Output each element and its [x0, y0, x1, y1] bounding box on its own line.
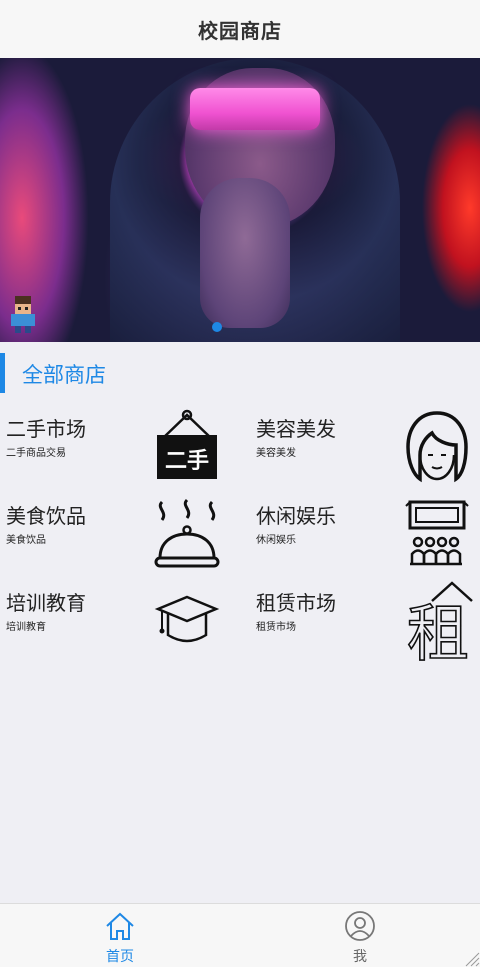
section-accent-bar	[0, 353, 5, 393]
category-name: 休闲娱乐	[256, 504, 336, 528]
section-title: 全部商店	[22, 363, 106, 387]
category-subtitle: 休闲娱乐	[256, 535, 296, 546]
graduation-cap-icon	[154, 595, 220, 643]
category-beauty[interactable]: 美容美发 美容美发	[250, 405, 480, 492]
category-name: 美食饮品	[6, 504, 86, 528]
sign-text: 二手	[165, 449, 209, 474]
banner-image-hand	[200, 178, 290, 328]
nav-bar: 校园商店	[0, 0, 480, 58]
user-icon	[345, 911, 375, 941]
rent-house-icon: 租	[406, 581, 473, 661]
category-name: 二手市场	[6, 417, 86, 441]
category-food[interactable]: 美食饮品 美食饮品	[0, 492, 240, 579]
resize-grip-icon[interactable]	[462, 949, 480, 967]
section-header: 全部商店	[0, 353, 480, 393]
carousel-indicator-dot[interactable]	[212, 322, 222, 332]
category-rental[interactable]: 租赁市场 租赁市场 租	[250, 579, 480, 666]
food-cloche-icon	[154, 498, 220, 568]
banner-image-glasses	[190, 88, 320, 130]
banner-carousel[interactable]	[0, 58, 480, 342]
page-title: 校园商店	[198, 18, 282, 43]
category-leisure[interactable]: 休闲娱乐 休闲娱乐	[250, 492, 480, 579]
category-subtitle: 租赁市场	[256, 622, 296, 633]
tab-me[interactable]: 我	[240, 904, 480, 967]
category-name: 租赁市场	[256, 591, 336, 615]
category-subtitle: 二手商品交易	[6, 448, 66, 459]
rent-glyph: 租	[407, 597, 469, 661]
second-hand-sign-icon: 二手	[157, 409, 217, 479]
category-subtitle: 培训教育	[6, 622, 46, 633]
category-education[interactable]: 培训教育 培训教育	[0, 579, 240, 666]
tab-bar: 首页 我	[0, 903, 480, 967]
pixel-character-icon	[11, 296, 35, 333]
cinema-audience-icon	[405, 500, 469, 566]
category-subtitle: 美容美发	[256, 448, 296, 459]
woman-face-icon	[406, 411, 468, 483]
category-name: 培训教育	[6, 591, 86, 615]
home-icon	[106, 912, 134, 940]
category-subtitle: 美食饮品	[6, 535, 46, 546]
tab-home[interactable]: 首页	[0, 904, 240, 967]
tab-me-label: 我	[353, 949, 367, 965]
category-second-hand[interactable]: 二手市场 二手商品交易 二手	[0, 405, 240, 492]
category-name: 美容美发	[256, 417, 336, 441]
tab-home-label: 首页	[106, 949, 134, 965]
